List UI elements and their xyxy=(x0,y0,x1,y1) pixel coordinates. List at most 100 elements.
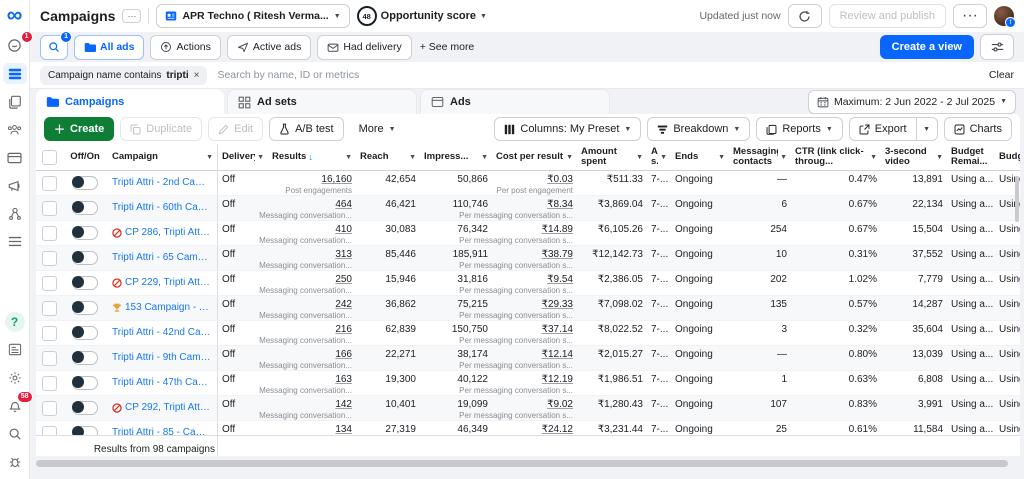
cost-per-result-value[interactable]: ₹38.79 xyxy=(542,249,573,261)
campaign-toggle[interactable] xyxy=(72,276,98,290)
results-value[interactable]: 142 xyxy=(335,399,352,411)
campaign-toggle[interactable] xyxy=(72,351,98,365)
row-checkbox[interactable] xyxy=(42,376,57,391)
cost-per-result-value[interactable]: ₹0.03 xyxy=(547,174,573,186)
tab-ads[interactable]: Ads xyxy=(420,89,610,114)
audiences-icon[interactable] xyxy=(3,119,27,140)
campaign-toggle[interactable] xyxy=(72,301,98,315)
alerts-icon[interactable]: 1 xyxy=(3,35,27,56)
export-options-button[interactable]: ▼ xyxy=(917,117,938,141)
attribution-icon[interactable] xyxy=(3,203,27,224)
chevron-down-icon[interactable]: ▼ xyxy=(566,154,573,161)
column-header[interactable]: Messaging contacts ▼ xyxy=(729,144,791,170)
cost-per-result-value[interactable]: ₹12.14 xyxy=(542,349,573,361)
campaign-toggle[interactable] xyxy=(72,326,98,340)
campaign-name-link[interactable]: Tripti Attri - 42nd Camp... xyxy=(112,327,213,339)
campaign-toggle[interactable] xyxy=(72,251,98,265)
tab-campaigns[interactable]: Campaigns xyxy=(36,89,224,114)
results-value[interactable]: 163 xyxy=(335,374,352,386)
billing-icon[interactable] xyxy=(3,147,27,168)
view-settings-button[interactable] xyxy=(980,34,1014,60)
chevron-down-icon[interactable]: ▼ xyxy=(660,154,667,161)
column-header[interactable]: Amount spent ▼ xyxy=(577,144,647,170)
campaign-name-link[interactable]: Tripti Attri - 47th Campa... xyxy=(112,377,213,389)
row-checkbox[interactable] xyxy=(42,276,57,291)
row-checkbox[interactable] xyxy=(42,176,57,191)
review-publish-button[interactable]: Review and publish xyxy=(829,4,946,28)
search-input[interactable] xyxy=(215,68,980,82)
results-value[interactable]: 134 xyxy=(335,424,352,435)
chevron-down-icon[interactable]: ▼ xyxy=(718,154,725,161)
row-checkbox[interactable] xyxy=(42,426,57,436)
column-header[interactable]: Budget xyxy=(995,144,1020,170)
refresh-button[interactable] xyxy=(788,4,822,28)
campaign-name-link[interactable]: CP 286, Tripti Attri - ... xyxy=(125,227,213,239)
campaign-toggle[interactable] xyxy=(72,401,98,415)
column-header[interactable]: 3-second video plays ▼ xyxy=(881,144,947,170)
help-icon[interactable]: ? xyxy=(5,312,25,332)
bug-report-icon[interactable] xyxy=(3,451,27,472)
tab-ad-sets[interactable]: Ad sets xyxy=(227,89,417,114)
search-filter-button[interactable]: 1 xyxy=(40,35,68,60)
account-selector[interactable]: APR Techno ( Ritesh Verma... ▼ xyxy=(156,4,349,28)
column-header[interactable]: Delivery ▼ xyxy=(218,144,268,170)
chevron-down-icon[interactable]: ▼ xyxy=(206,154,213,161)
campaign-toggle[interactable] xyxy=(72,201,98,215)
row-checkbox[interactable] xyxy=(42,401,57,416)
column-header[interactable]: CTR (link click-throug... ▼ xyxy=(791,144,881,170)
had-delivery-filter-button[interactable]: Had delivery xyxy=(317,35,411,60)
chevron-down-icon[interactable]: ▼ xyxy=(780,154,787,161)
charts-button[interactable]: Charts xyxy=(944,117,1012,141)
clear-filters-button[interactable]: Clear xyxy=(989,69,1014,81)
actions-filter-button[interactable]: Actions xyxy=(150,35,220,60)
chevron-down-icon[interactable]: ▼ xyxy=(409,154,416,161)
column-header[interactable]: Results ↓ ▼ xyxy=(268,144,356,170)
chevron-down-icon[interactable]: ▼ xyxy=(936,154,943,161)
campaign-name-link[interactable]: Tripti Attri - 2nd Campai... xyxy=(112,177,213,189)
results-value[interactable]: 410 xyxy=(335,224,352,236)
cost-per-result-value[interactable]: ₹14.89 xyxy=(542,224,573,236)
select-all-checkbox[interactable] xyxy=(42,150,57,165)
campaign-name-link[interactable]: Tripti Attri - 85 - Campai... xyxy=(112,427,213,435)
campaign-name-link[interactable]: Tripti Attri - 9th Campai... xyxy=(112,352,213,364)
remove-filter-icon[interactable]: × xyxy=(194,70,200,81)
chevron-down-icon[interactable]: ▼ xyxy=(481,154,488,161)
column-header[interactable]: Cost per result ▼ xyxy=(492,144,577,170)
date-range-button[interactable]: Maximum: 2 Jun 2022 - 2 Jul 2025 ▼ xyxy=(808,90,1016,114)
row-checkbox[interactable] xyxy=(42,351,57,366)
chevron-down-icon[interactable]: ▼ xyxy=(257,154,264,161)
news-icon[interactable] xyxy=(3,339,27,360)
row-checkbox[interactable] xyxy=(42,326,57,341)
column-header[interactable]: Off/On xyxy=(62,144,108,170)
promotions-icon[interactable] xyxy=(3,175,27,196)
create-button[interactable]: ＋ Create xyxy=(44,117,114,141)
campaigns-nav-icon[interactable] xyxy=(3,63,27,84)
horizontal-scrollbar[interactable] xyxy=(36,460,1008,467)
column-header[interactable]: A... s... ▼ xyxy=(647,144,671,170)
breakdown-button[interactable]: Breakdown▼ xyxy=(647,117,750,141)
columns-button[interactable]: Columns: My Preset▼ xyxy=(494,117,641,141)
chevron-down-icon[interactable]: ▼ xyxy=(345,154,352,161)
see-more-button[interactable]: + See more xyxy=(420,41,475,53)
campaign-toggle[interactable] xyxy=(72,226,98,240)
campaign-name-link[interactable]: 153 Campaign - Trip... xyxy=(125,302,213,314)
results-value[interactable]: 16,160 xyxy=(321,174,352,186)
results-value[interactable]: 250 xyxy=(335,274,352,286)
campaign-name-link[interactable]: CP 229, Tripti Attri - ... xyxy=(125,277,213,289)
campaign-name-link[interactable]: Tripti Attri - 60th Campa... xyxy=(112,202,213,214)
chevron-down-icon[interactable]: ▼ xyxy=(870,154,877,161)
opportunity-score[interactable]: 48 Opportunity score ▼ xyxy=(357,6,487,26)
search-nav-icon[interactable] xyxy=(3,423,27,444)
results-value[interactable]: 216 xyxy=(335,324,352,336)
more-options-button[interactable]: ··· xyxy=(953,4,987,28)
chevron-down-icon[interactable]: ▼ xyxy=(636,154,643,161)
cost-per-result-value[interactable]: ₹8.34 xyxy=(547,199,573,211)
create-view-button[interactable]: Create a view xyxy=(880,35,974,59)
campaign-toggle[interactable] xyxy=(72,426,98,435)
campaign-toggle[interactable] xyxy=(72,376,98,390)
reports-button[interactable]: Reports▼ xyxy=(756,117,842,141)
breadcrumb-overflow-button[interactable]: ··· xyxy=(122,9,141,23)
more-button[interactable]: More ▼ xyxy=(350,118,405,140)
all-tools-icon[interactable] xyxy=(3,231,27,252)
cost-per-result-value[interactable]: ₹9.54 xyxy=(547,274,573,286)
